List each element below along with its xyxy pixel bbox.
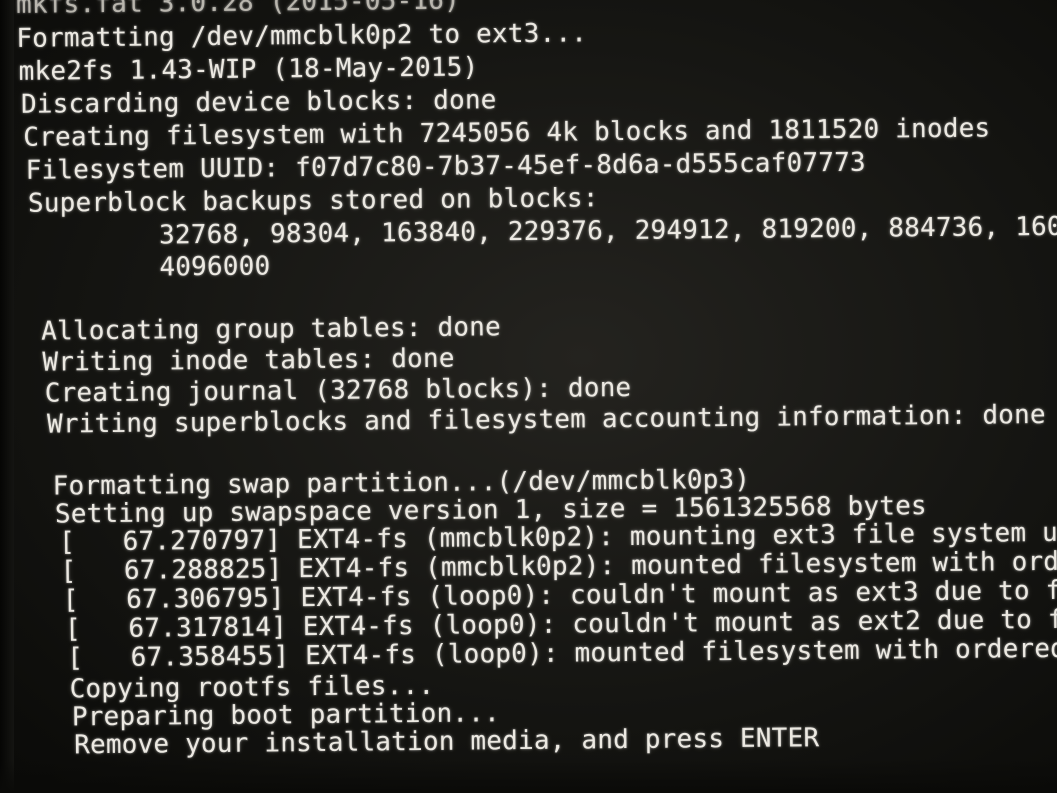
console-line: Remove your installation media, and pres…	[74, 723, 820, 761]
monitor-bezel-bottom	[0, 759, 1057, 793]
console-line: Superblock backups stored on blocks:	[27, 183, 599, 219]
monitor-bezel-left	[0, 0, 14, 793]
console-line: Creating journal (32768 blocks): done	[44, 372, 632, 409]
console-output: mkfs.fat 3.0.28 (2015-05-16) Formatting …	[0, 0, 1057, 793]
console-line: 4096000	[32, 251, 271, 284]
console-line: 32768, 98304, 163840, 229376, 294912, 81…	[32, 211, 1057, 252]
console-line: Filesystem UUID: f07d7c80-7b37-45ef-8d6a…	[25, 147, 866, 186]
console-line: Allocating group tables: done	[41, 312, 502, 347]
console-line: Discarding device blocks: done	[20, 85, 497, 120]
console-line: mkfs.fat 3.0.28 (2015-05-16)	[15, 0, 461, 20]
console-line: mke2fs 1.43-WIP (18-May-2015)	[18, 52, 479, 87]
console-line: Writing inode tables: done	[42, 343, 455, 378]
console-line: Creating filesystem with 7245056 4k bloc…	[23, 113, 991, 153]
console-line: Formatting /dev/mmcblk0p2 to ext3...	[16, 18, 588, 54]
terminal-screen[interactable]: mkfs.fat 3.0.28 (2015-05-16) Formatting …	[0, 0, 1057, 793]
